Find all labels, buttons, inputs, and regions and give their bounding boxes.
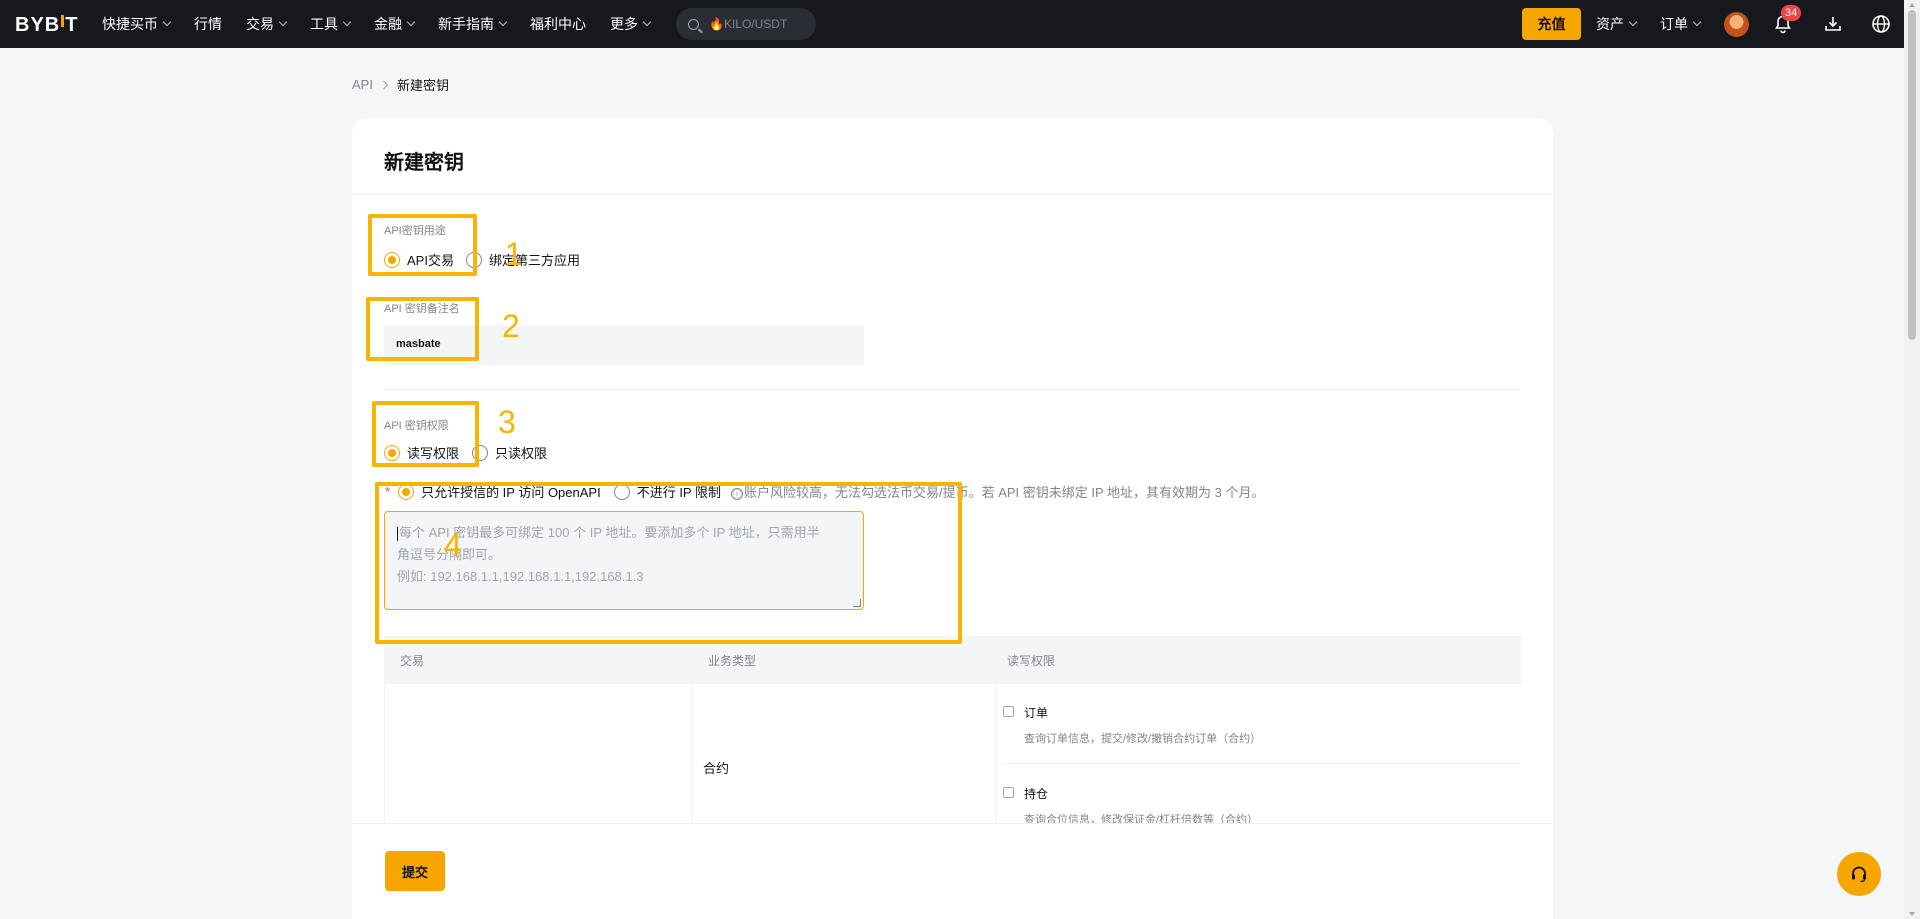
nav-menu: 快捷买币 行情 交易 工具 金融 新手指南 福利中心 更多: [102, 0, 674, 48]
usage-option-third-party[interactable]: 绑定第三方应用: [465, 250, 580, 269]
submit-bar: [352, 823, 1553, 919]
column-divider: [692, 684, 693, 826]
search-icon: [688, 18, 699, 30]
globe-icon[interactable]: [1869, 12, 1893, 36]
permission-desc: 查询订单信息，提交/修改/撤销合约订单（合约）: [1024, 733, 1262, 745]
nav-item-2[interactable]: 交易: [246, 14, 288, 34]
nav-item-label: 福利中心: [530, 16, 586, 32]
deposit-button[interactable]: 充值: [1522, 8, 1581, 40]
chevron-down-icon: [162, 17, 172, 27]
permission-option-label: 只读权限: [495, 446, 548, 461]
assets-menu[interactable]: 资产: [1596, 0, 1638, 48]
annotation-number-4: 4: [444, 527, 462, 563]
row-divider: [1002, 763, 1521, 764]
nav-item-5[interactable]: 新手指南: [438, 14, 508, 34]
page-title: 新建密钥: [384, 152, 464, 174]
headset-icon[interactable]: [1837, 852, 1881, 896]
permission-option-read-only[interactable]: 只读权限: [472, 443, 547, 462]
orders-label: 订单: [1660, 16, 1688, 32]
submit-button[interactable]: 提交: [385, 851, 445, 891]
checkbox-icon[interactable]: [1003, 787, 1014, 798]
nav-item-4[interactable]: 金融: [374, 14, 416, 34]
checkbox-icon[interactable]: [1003, 706, 1014, 717]
scrollbar-thumb[interactable]: [1908, 10, 1916, 340]
chevron-down-icon: [642, 17, 652, 27]
bybit-logo[interactable]: BYB T: [15, 13, 78, 37]
scroll-up-icon[interactable]: [1909, 3, 1915, 7]
hot-icon: 🔥: [709, 17, 724, 31]
business-type-contract: 合约: [703, 761, 730, 776]
annotation-box-1: [368, 214, 477, 276]
annotation-number-1: 1: [505, 236, 523, 272]
nav-item-label: 行情: [194, 16, 222, 32]
breadcrumb: API 新建密钥: [352, 75, 449, 94]
nav-item-label: 更多: [610, 16, 638, 32]
permission-title: 持仓: [1024, 787, 1049, 801]
annotation-number-2: 2: [502, 308, 520, 344]
chevron-down-icon: [498, 17, 508, 27]
download-icon[interactable]: [1821, 12, 1845, 36]
nav-item-label: 新手指南: [438, 16, 494, 32]
nav-item-label: 交易: [246, 16, 274, 32]
table-body: 合约 订单 查询订单信息，提交/修改/撤销合约订单（合约） 持仓 查询合位信息，…: [384, 684, 1521, 826]
assets-label: 资产: [1596, 16, 1624, 32]
divider: [352, 194, 1553, 195]
search-box[interactable]: 🔥KILO/USDT: [676, 8, 816, 40]
nav-item-0[interactable]: 快捷买币: [102, 14, 172, 34]
breadcrumb-current: 新建密钥: [396, 78, 449, 93]
chevron-down-icon: [278, 17, 288, 27]
column-header-trade: 交易: [400, 654, 425, 668]
chevron-down-icon: [342, 17, 352, 27]
column-header-permissions: 读写权限: [1007, 654, 1056, 668]
annotation-box-2: [366, 297, 479, 361]
nav-item-3[interactable]: 工具: [310, 14, 352, 34]
annotation-box-4: [375, 482, 962, 644]
annotation-number-3: 3: [498, 404, 516, 440]
column-divider: [995, 684, 996, 826]
chevron-down-icon: [406, 17, 416, 27]
nav-item-6[interactable]: 福利中心: [530, 14, 586, 34]
notification-badge: 34: [1781, 5, 1802, 21]
annotation-box-3: [372, 401, 479, 467]
nav-item-7[interactable]: 更多: [610, 14, 652, 34]
nav-item-label: 金融: [374, 16, 402, 32]
chevron-right-icon: [379, 80, 389, 89]
chevron-down-icon: [1692, 17, 1702, 27]
avatar[interactable]: [1724, 12, 1749, 37]
nav-item-label: 快捷买币: [102, 16, 158, 32]
breadcrumb-api-link[interactable]: API: [352, 77, 373, 92]
usage-option-label: 绑定第三方应用: [488, 253, 580, 268]
divider: [384, 389, 1521, 390]
orders-menu[interactable]: 订单: [1660, 0, 1702, 48]
permission-title: 订单: [1024, 706, 1049, 720]
column-header-business-type: 业务类型: [708, 654, 757, 668]
nav-item-label: 工具: [310, 16, 338, 32]
search-input[interactable]: KILO/USDT: [724, 17, 787, 31]
nav-item-1[interactable]: 行情: [194, 14, 222, 34]
page-scrollbar[interactable]: [1904, 0, 1920, 919]
top-navigation: BYB T 快捷买币 行情 交易 工具 金融 新手指南 福利中心 更多 🔥KILO/USDT 充…: [0, 0, 1904, 48]
chevron-down-icon: [1628, 17, 1638, 27]
scroll-down-icon[interactable]: [1909, 912, 1915, 916]
